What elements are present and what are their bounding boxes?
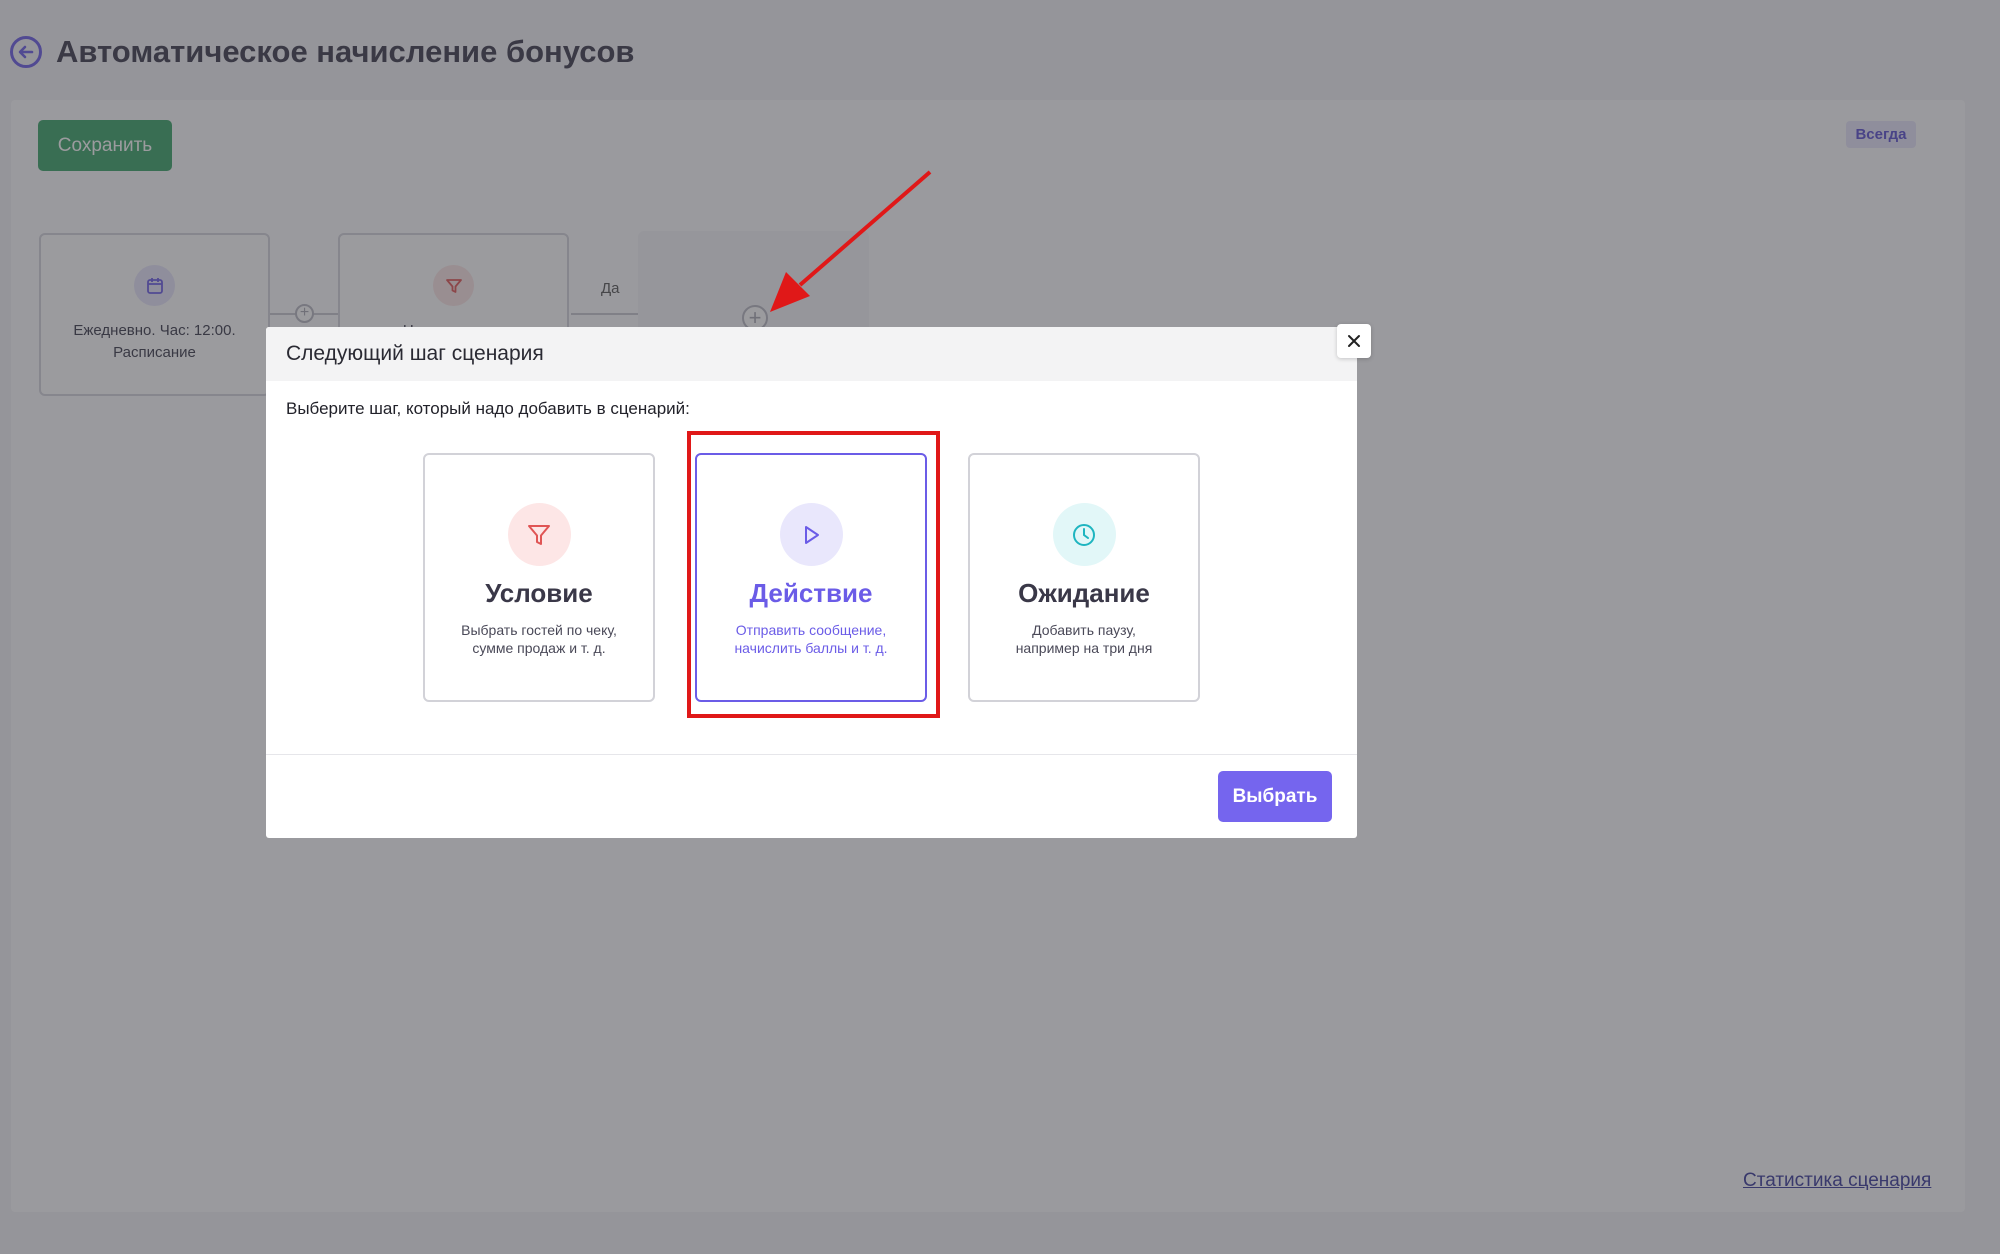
annotation-highlight-box xyxy=(687,431,940,718)
modal-header: Следующий шаг сценария xyxy=(266,327,1357,381)
modal-title: Следующий шаг сценария xyxy=(286,342,544,365)
filter-icon xyxy=(507,503,571,566)
clock-icon xyxy=(1052,503,1116,566)
option-wait[interactable]: Ожидание Добавить паузу, например на три… xyxy=(968,453,1200,702)
close-icon[interactable] xyxy=(1337,324,1371,358)
option-condition[interactable]: Условие Выбрать гостей по чеку, сумме пр… xyxy=(423,453,655,702)
option-description: Добавить паузу, xyxy=(1032,622,1136,638)
option-title: Условие xyxy=(485,578,593,608)
option-description: Выбрать гостей по чеку, xyxy=(461,622,617,638)
option-title: Ожидание xyxy=(1018,578,1150,608)
modal-subtitle: Выберите шаг, который надо добавить в сц… xyxy=(286,399,690,418)
option-description: например на три дня xyxy=(1015,640,1153,656)
select-button[interactable]: Выбрать xyxy=(1218,771,1332,822)
option-description: сумме продаж и т. д. xyxy=(472,640,606,656)
next-step-modal: Следующий шаг сценария Выберите шаг, кот… xyxy=(266,327,1357,838)
modal-divider xyxy=(266,754,1357,755)
